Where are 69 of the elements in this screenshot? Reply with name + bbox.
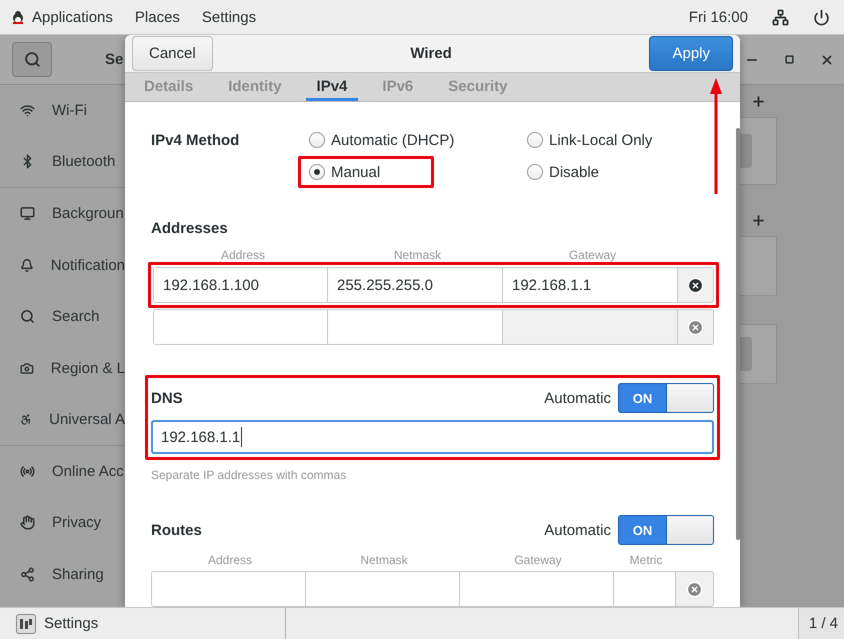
wifi-icon [20, 103, 35, 118]
accessibility-icon [20, 412, 32, 427]
toggle-switch[interactable]: ON [618, 515, 714, 545]
share-icon [20, 566, 35, 582]
radio-option[interactable]: Link-Local Only [516, 124, 656, 156]
task-button[interactable]: Settings [0, 608, 286, 639]
search-icon [24, 51, 40, 68]
search-icon [20, 309, 35, 324]
plus-icon[interactable] [751, 94, 766, 109]
maximize-icon[interactable] [785, 55, 794, 64]
hand-icon [20, 515, 35, 530]
column-header: Netmask [359, 553, 409, 567]
delete-icon [687, 276, 704, 294]
section-heading: DNS [151, 390, 183, 406]
switch-label: Automatic [544, 390, 611, 406]
panel [740, 236, 777, 296]
broadcast-icon [20, 464, 35, 479]
monitor-icon [20, 206, 35, 222]
address-field[interactable] [152, 572, 306, 606]
dns-field[interactable]: 192.168.1.1 [151, 420, 714, 454]
sidebar-item[interactable]: Sharing [0, 548, 125, 600]
column-header: Address [206, 553, 254, 567]
toggle-switch[interactable]: ON [618, 383, 714, 413]
dialog-title: Wired [410, 44, 452, 62]
sidebar-item[interactable]: Notification [0, 240, 125, 291]
switch-label: Automatic [544, 522, 611, 538]
column-header: Metric [628, 553, 664, 567]
close-icon[interactable] [820, 52, 834, 66]
app-menu-icon [12, 10, 24, 24]
address-field[interactable]: 192.168.1.100 [154, 268, 328, 302]
tab[interactable]: IPv4 [306, 72, 358, 101]
sidebar-item[interactable]: Backgroun [0, 188, 125, 240]
delete-icon [687, 318, 704, 336]
section-heading: Routes [151, 522, 202, 538]
radio-option[interactable]: Automatic (DHCP) [298, 124, 458, 156]
section-label: IPv4 Method [151, 132, 240, 148]
network-icon[interactable] [772, 8, 789, 26]
column-header: Gateway [568, 248, 618, 262]
radio-option[interactable]: Disable [516, 156, 602, 188]
delete-icon [686, 580, 703, 598]
column-header: Gateway [513, 553, 563, 567]
section-heading: Addresses [151, 220, 228, 236]
sidebar-item[interactable]: Privacy [0, 497, 125, 548]
search-button[interactable] [12, 42, 52, 77]
clock[interactable]: Fri 16:00 [688, 8, 748, 26]
column-header: Address [220, 248, 266, 262]
gateway-field[interactable] [503, 310, 678, 344]
sidebar-item[interactable]: Online Acc [0, 446, 125, 497]
settings-app-icon [16, 614, 36, 634]
sidebar-item[interactable]: Region & L [0, 342, 125, 394]
plus-icon[interactable] [751, 213, 766, 228]
hint-text: Separate IP addresses with commas [151, 468, 348, 482]
sidebar-item[interactable]: Wi-Fi [0, 85, 125, 136]
camera-icon [20, 360, 34, 376]
address-field[interactable] [154, 310, 328, 344]
scrollbar[interactable] [736, 128, 740, 540]
apply-button[interactable]: Apply [649, 36, 733, 71]
window-title: Se [105, 51, 124, 68]
power-icon[interactable] [813, 8, 830, 26]
radio-option[interactable]: Manual [298, 156, 434, 188]
workspace-indicator[interactable]: 1 / 4 [798, 608, 844, 639]
sidebar-item[interactable]: Search [0, 291, 125, 342]
column-header: Netmask [392, 248, 442, 262]
cancel-button[interactable]: Cancel [132, 36, 213, 71]
delete-button[interactable] [678, 268, 713, 302]
menu-item[interactable]: Settings [202, 8, 256, 26]
bell-icon [20, 258, 34, 273]
menu-item[interactable]: Applications [32, 8, 113, 26]
menu-item[interactable]: Places [134, 8, 180, 26]
